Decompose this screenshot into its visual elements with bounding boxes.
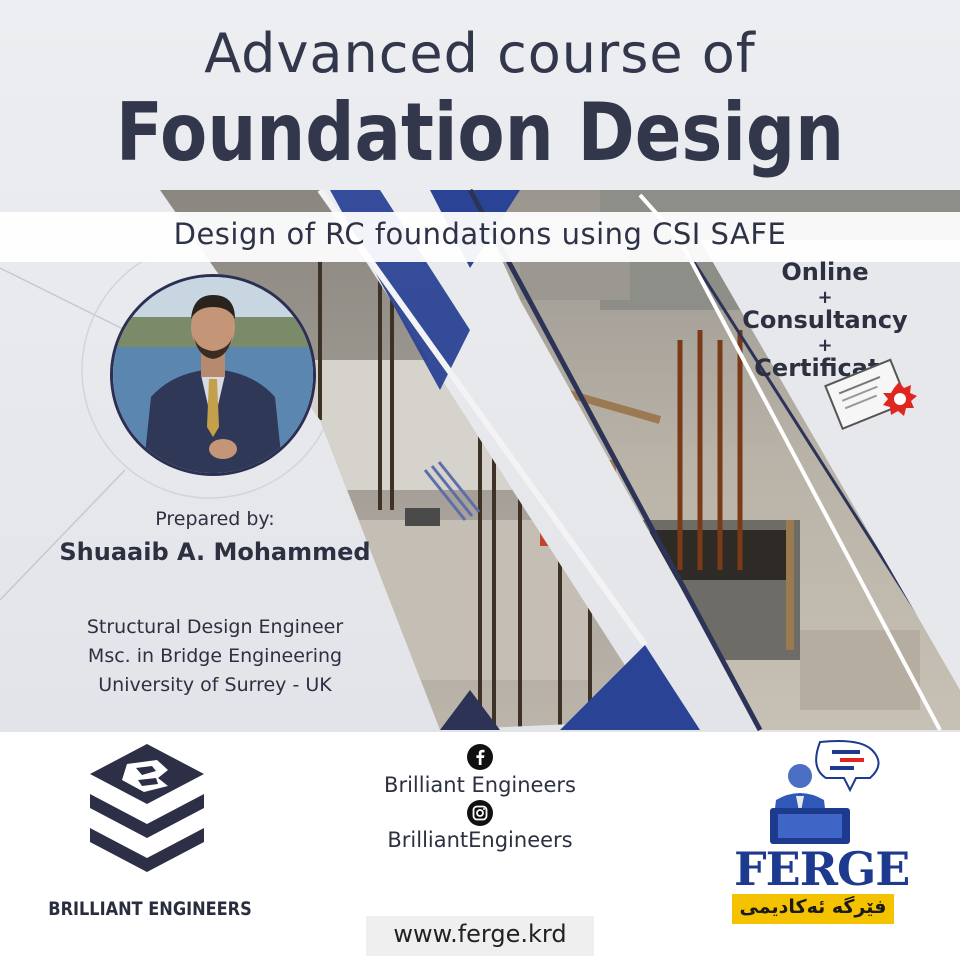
ferge-logo-text: FERGE bbox=[734, 842, 910, 896]
credential-line: Structural Design Engineer bbox=[86, 616, 344, 638]
course-poster: Advanced course of Foundation Design Des… bbox=[0, 0, 960, 960]
instagram-icon[interactable] bbox=[467, 800, 493, 826]
presenter-photo bbox=[113, 277, 313, 473]
offer-plus: + bbox=[817, 287, 833, 308]
facebook-icon[interactable] bbox=[467, 744, 493, 770]
credential-line: University of Surrey - UK bbox=[98, 674, 332, 696]
brilliant-engineers-logo bbox=[90, 744, 204, 872]
offer-online: Online bbox=[781, 258, 869, 286]
ferge-logo bbox=[770, 740, 880, 844]
instagram-account-link[interactable]: BrilliantEngineers bbox=[360, 828, 600, 852]
offer-consultancy: Consultancy bbox=[742, 306, 908, 334]
ferge-logo-subtitle: فێرگە ئەکادیمی bbox=[739, 896, 887, 918]
prepared-by-label: Prepared by: bbox=[155, 508, 275, 530]
title-line-1: Advanced course of bbox=[204, 22, 756, 85]
certificate-icon bbox=[824, 358, 917, 431]
subtitle: Design of RC foundations using CSI SAFE bbox=[173, 217, 787, 251]
brand-name: BRILLIANT ENGINEERS bbox=[48, 898, 252, 920]
website-link[interactable]: www.ferge.krd bbox=[366, 920, 594, 948]
facebook-page-link[interactable]: Brilliant Engineers bbox=[360, 773, 600, 797]
credential-line: Msc. in Bridge Engineering bbox=[87, 645, 343, 667]
presenter-portrait bbox=[110, 274, 316, 476]
title-line-2: Foundation Design bbox=[115, 86, 845, 179]
author-name: Shuaaib A. Mohammed bbox=[59, 538, 371, 566]
